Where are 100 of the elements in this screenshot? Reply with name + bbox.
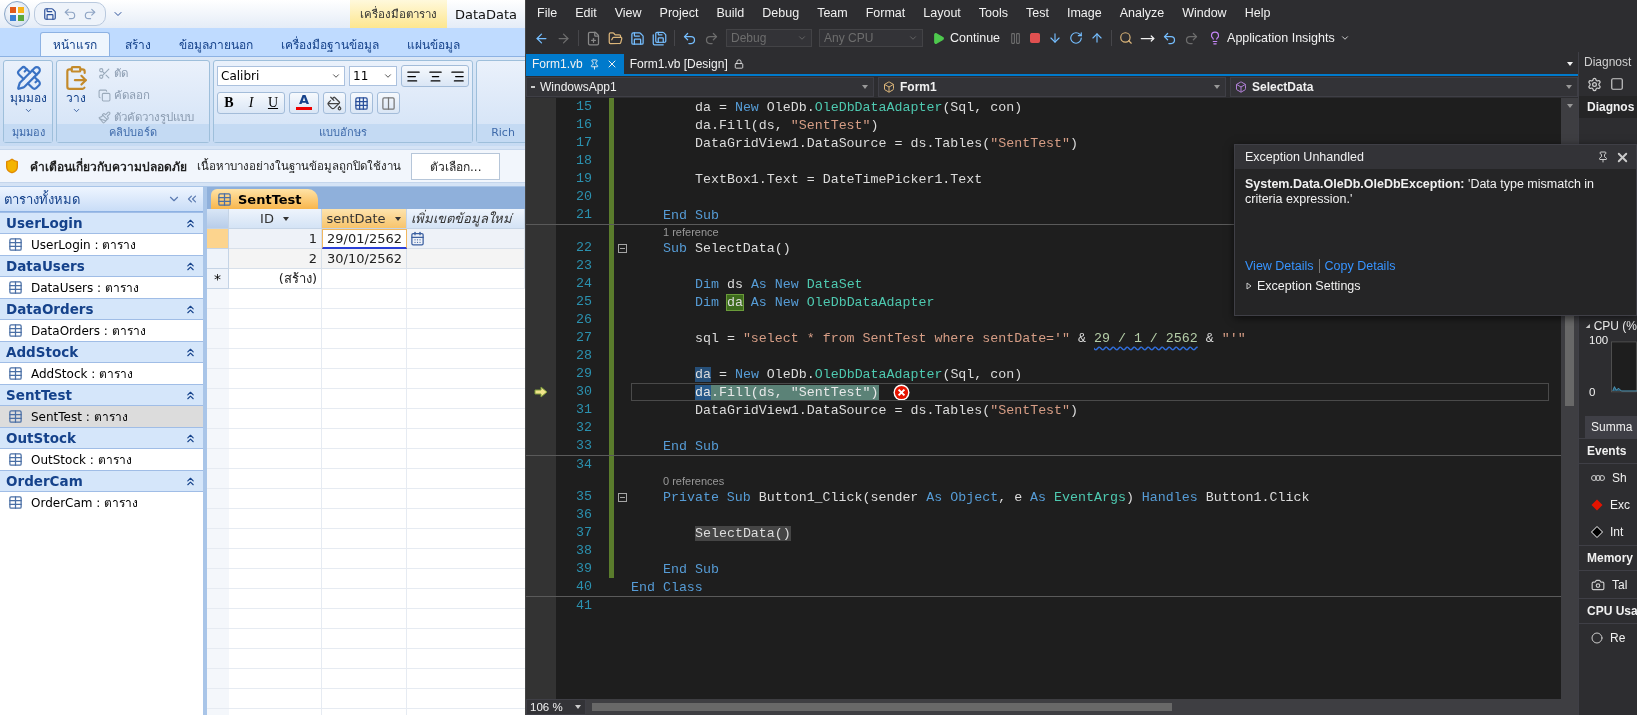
event-item[interactable]: Int bbox=[1579, 518, 1637, 545]
nav-group-header[interactable]: DataUsers bbox=[0, 255, 203, 277]
column-header[interactable]: ID bbox=[229, 209, 322, 229]
code-line: End Sub bbox=[663, 207, 719, 223]
event-item[interactable]: Re bbox=[1579, 624, 1637, 651]
type-dropdown[interactable]: Form1 bbox=[878, 77, 1226, 97]
format-button[interactable]: I bbox=[240, 93, 262, 113]
event-item[interactable]: Sh bbox=[1579, 464, 1637, 491]
step-over-icon[interactable] bbox=[1069, 31, 1084, 45]
document-tab[interactable]: Form1.vb [Design] bbox=[623, 54, 750, 74]
continue-button[interactable]: Continue bbox=[930, 31, 1003, 45]
collapse-icon[interactable] bbox=[618, 243, 627, 253]
paste-button[interactable]: วาง bbox=[60, 63, 92, 122]
view-button[interactable]: มุมมอง bbox=[7, 63, 50, 122]
caret-icon bbox=[281, 214, 290, 223]
office-button[interactable] bbox=[4, 1, 30, 27]
insights-button[interactable]: Application Insights bbox=[1206, 31, 1352, 45]
new-file-icon[interactable] bbox=[586, 30, 601, 46]
pin-icon[interactable] bbox=[1597, 151, 1609, 163]
link[interactable]: View Details bbox=[1245, 259, 1319, 273]
caret-icon bbox=[393, 214, 402, 223]
event-item[interactable]: Tal bbox=[1579, 571, 1637, 598]
horizontal-scrollbar[interactable] bbox=[586, 699, 1578, 715]
format-button[interactable]: B bbox=[218, 93, 240, 113]
menu-item[interactable]: File bbox=[528, 4, 567, 22]
nav-group-header[interactable]: SentTest bbox=[0, 384, 203, 406]
clipboard-icon bbox=[63, 65, 89, 91]
find-icon[interactable] bbox=[1119, 31, 1134, 45]
step-out-icon[interactable] bbox=[1090, 31, 1105, 45]
ribbon-tab[interactable]: ข้อมูลภายนอก bbox=[166, 32, 266, 56]
menu-item[interactable]: Edit bbox=[566, 4, 606, 22]
table-cell[interactable]: 29/01/2562 bbox=[322, 229, 407, 249]
nav-group-header[interactable]: OrderCam bbox=[0, 470, 203, 492]
menu-item[interactable]: Format bbox=[856, 4, 915, 22]
reference-count[interactable]: 0 references bbox=[663, 474, 725, 488]
pause-icon[interactable] bbox=[1009, 31, 1023, 45]
forward-icon[interactable] bbox=[556, 30, 571, 46]
redo-icon[interactable] bbox=[1184, 30, 1200, 46]
line-number: 37 bbox=[575, 524, 592, 542]
code-line: DataGridView1.DataSource = ds.Tables("SentTest") bbox=[695, 402, 1079, 418]
save-icon[interactable] bbox=[630, 30, 645, 46]
nav-group-header[interactable]: DataOrders bbox=[0, 298, 203, 320]
link[interactable]: Copy Details bbox=[1318, 259, 1401, 273]
nav-group-header[interactable]: UserLogin bbox=[0, 212, 203, 234]
document-tab[interactable]: Form1.vb bbox=[526, 54, 624, 74]
menu-item[interactable]: Help bbox=[1235, 4, 1280, 22]
menu-item[interactable]: Image bbox=[1057, 4, 1111, 22]
nav-item[interactable]: SentTest : ตาราง bbox=[0, 406, 203, 427]
ribbon-tab[interactable]: แผ่นข้อมูล bbox=[394, 32, 473, 56]
nav-group-header[interactable]: OutStock bbox=[0, 427, 203, 449]
menu-item[interactable]: Window bbox=[1173, 4, 1236, 22]
stop-icon[interactable] bbox=[1029, 32, 1042, 44]
undo-icon[interactable] bbox=[682, 30, 697, 46]
table-icon bbox=[8, 452, 23, 467]
font-color-button[interactable]: A bbox=[289, 92, 319, 114]
nav-group-name: OutStock bbox=[6, 430, 76, 446]
undo-icon[interactable] bbox=[1162, 30, 1178, 46]
menu-item[interactable]: Build bbox=[707, 4, 754, 22]
save-all-icon[interactable] bbox=[652, 30, 667, 46]
column-header[interactable]: เพิ่มเขตข้อมูลใหม่ bbox=[407, 209, 525, 229]
menu-item[interactable]: Debug bbox=[753, 4, 809, 22]
project-dropdown[interactable]: WindowsApp1 bbox=[526, 77, 874, 97]
menu-item[interactable]: Tools bbox=[969, 4, 1017, 22]
calendar-icon[interactable] bbox=[410, 231, 425, 246]
save-icon[interactable] bbox=[43, 7, 57, 21]
event-item[interactable]: Exc bbox=[1579, 491, 1637, 518]
document-tab[interactable]: SentTest bbox=[211, 189, 318, 209]
window-icon[interactable] bbox=[1610, 77, 1624, 91]
event-label: Tal bbox=[1612, 577, 1628, 592]
collapse-icon[interactable] bbox=[618, 492, 627, 502]
menu-item[interactable]: Analyze bbox=[1110, 4, 1174, 22]
back-icon[interactable] bbox=[534, 30, 549, 46]
nav-group-header[interactable]: AddStock bbox=[0, 341, 203, 363]
exception-settings-toggle[interactable]: Exception Settings bbox=[1245, 279, 1626, 293]
folder-icon[interactable] bbox=[608, 30, 623, 46]
menu-item[interactable]: Test bbox=[1017, 4, 1058, 22]
redo-icon[interactable] bbox=[704, 30, 719, 46]
gridlines-icon[interactable] bbox=[350, 92, 373, 114]
zoom-dropdown[interactable]: 106 % bbox=[526, 699, 586, 715]
settings-icon[interactable] bbox=[1587, 76, 1602, 92]
table-icon bbox=[8, 280, 23, 295]
menu-item[interactable]: Project bbox=[650, 4, 708, 22]
format-button[interactable]: U bbox=[262, 93, 284, 113]
line-number: 23 bbox=[575, 257, 592, 275]
summary-tab[interactable]: Summa bbox=[1585, 416, 1637, 438]
menu-item[interactable]: Layout bbox=[914, 4, 970, 22]
ribbon-tab[interactable]: สร้าง bbox=[112, 32, 164, 56]
window-title: DataData bbox=[453, 6, 518, 22]
menu-item[interactable]: View bbox=[605, 4, 651, 22]
ribbon-tab[interactable]: หน้าแรก bbox=[40, 32, 110, 56]
font-name-field[interactable]: Calibri bbox=[217, 66, 345, 86]
fill-color-icon[interactable] bbox=[323, 92, 346, 114]
font-size-field[interactable]: 11 bbox=[349, 66, 397, 86]
reference-count[interactable]: 1 reference bbox=[663, 225, 719, 239]
ribbon-tab[interactable]: เครื่องมือฐานข้อมูล bbox=[268, 32, 392, 56]
row-color-icon[interactable] bbox=[377, 92, 400, 114]
options-button[interactable]: ตัวเลือก... bbox=[411, 152, 501, 180]
member-dropdown[interactable]: SelectData bbox=[1230, 77, 1578, 97]
column-header[interactable]: sentDate bbox=[322, 209, 407, 229]
menu-item[interactable]: Team bbox=[808, 4, 857, 22]
